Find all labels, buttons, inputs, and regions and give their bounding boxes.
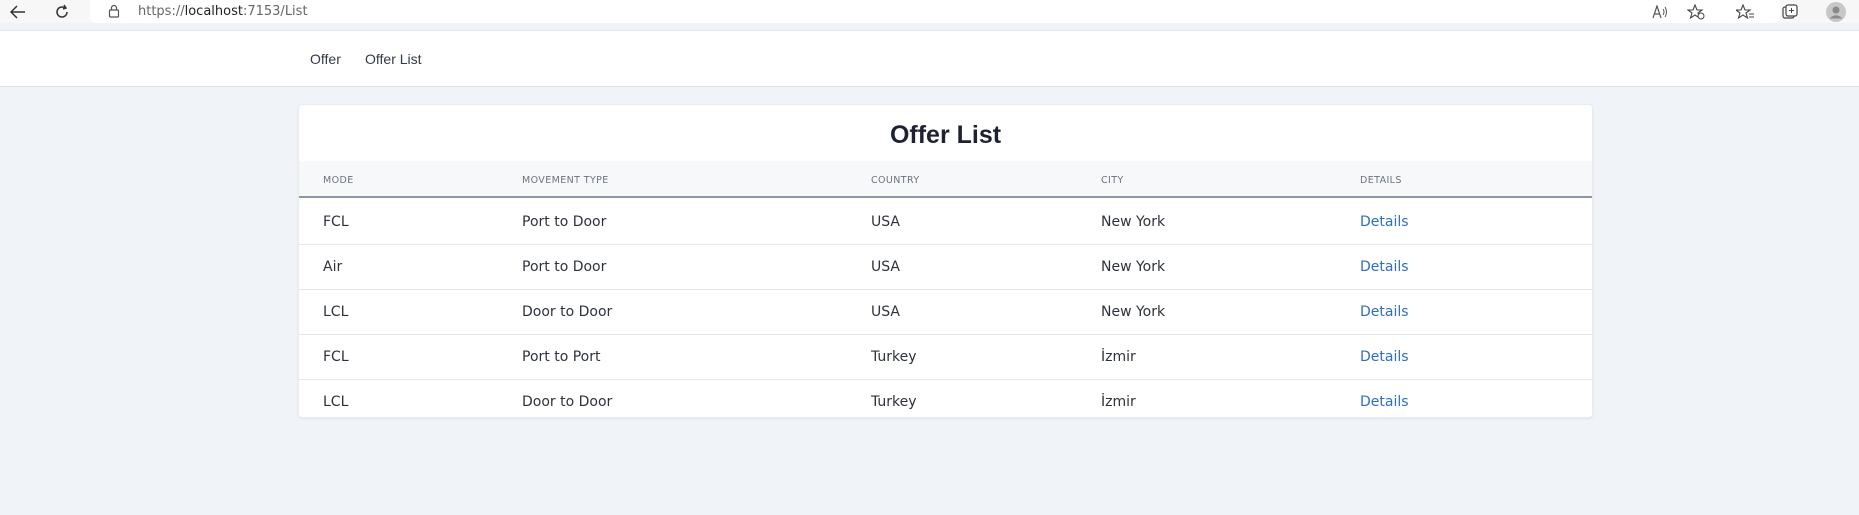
table-row: FCL Port to Door USA New York Details [299, 200, 1592, 245]
cell-movement-type: Port to Door [522, 259, 607, 275]
table-header: MODE MOVEMENT TYPE COUNTRY CITY DETAILS [299, 161, 1592, 198]
browser-toolbar: https://localhost:7153/List [0, 0, 1859, 23]
cell-movement-type: Port to Port [522, 349, 601, 365]
cell-movement-type: Port to Door [522, 214, 607, 230]
column-header-mode: MODE [323, 175, 354, 186]
cell-mode: LCL [323, 394, 349, 410]
details-link[interactable]: Details [1360, 394, 1409, 410]
cell-movement-type: Door to Door [522, 304, 613, 320]
cell-country: Turkey [871, 394, 917, 410]
column-header-movement-type: MOVEMENT TYPE [522, 175, 609, 186]
details-link[interactable]: Details [1360, 349, 1409, 365]
offer-list-card: Offer List MODE MOVEMENT TYPE COUNTRY CI… [298, 104, 1593, 418]
nav-link-offer-list[interactable]: Offer List [365, 51, 422, 67]
nav-link-offer[interactable]: Offer [310, 51, 341, 67]
cell-country: USA [871, 214, 900, 230]
details-link[interactable]: Details [1360, 259, 1409, 275]
refresh-icon[interactable] [50, 0, 74, 23]
page-title: Offer List [889, 121, 1002, 149]
cell-city: İzmir [1101, 394, 1136, 410]
lock-icon [108, 4, 120, 23]
cell-mode: Air [323, 259, 343, 275]
cell-city: New York [1101, 259, 1166, 275]
cell-movement-type: Door to Door [522, 394, 613, 410]
profile-avatar-icon[interactable] [1826, 2, 1846, 22]
table-row: LCL Door to Door USA New York Details [299, 290, 1592, 335]
column-header-city: CITY [1101, 175, 1124, 186]
cell-city: New York [1101, 304, 1166, 320]
cell-city: New York [1101, 214, 1166, 230]
address-bar[interactable]: https://localhost:7153/List [90, 0, 1780, 23]
read-aloud-icon[interactable] [1650, 2, 1670, 22]
cell-city: İzmir [1101, 349, 1136, 365]
cell-country: Turkey [871, 349, 917, 365]
cell-country: USA [871, 304, 900, 320]
table-row: Air Port to Door USA New York Details [299, 245, 1592, 290]
details-link[interactable]: Details [1360, 304, 1409, 320]
add-favorite-icon[interactable] [1686, 2, 1706, 22]
column-header-details: DETAILS [1360, 175, 1402, 186]
details-link[interactable]: Details [1360, 214, 1409, 230]
column-header-country: COUNTRY [871, 175, 920, 186]
address-url: https://localhost:7153/List [138, 4, 308, 19]
app-navbar: Offer Offer List [0, 30, 1859, 87]
collections-icon[interactable] [1780, 2, 1800, 22]
table-row: LCL Door to Door Turkey İzmir Details [299, 380, 1592, 425]
cell-mode: LCL [323, 304, 349, 320]
favorites-icon[interactable] [1735, 2, 1755, 22]
cell-mode: FCL [323, 214, 349, 230]
cell-mode: FCL [323, 349, 349, 365]
back-arrow-icon[interactable] [6, 0, 30, 23]
table-row: FCL Port to Port Turkey İzmir Details [299, 335, 1592, 380]
cell-country: USA [871, 259, 900, 275]
